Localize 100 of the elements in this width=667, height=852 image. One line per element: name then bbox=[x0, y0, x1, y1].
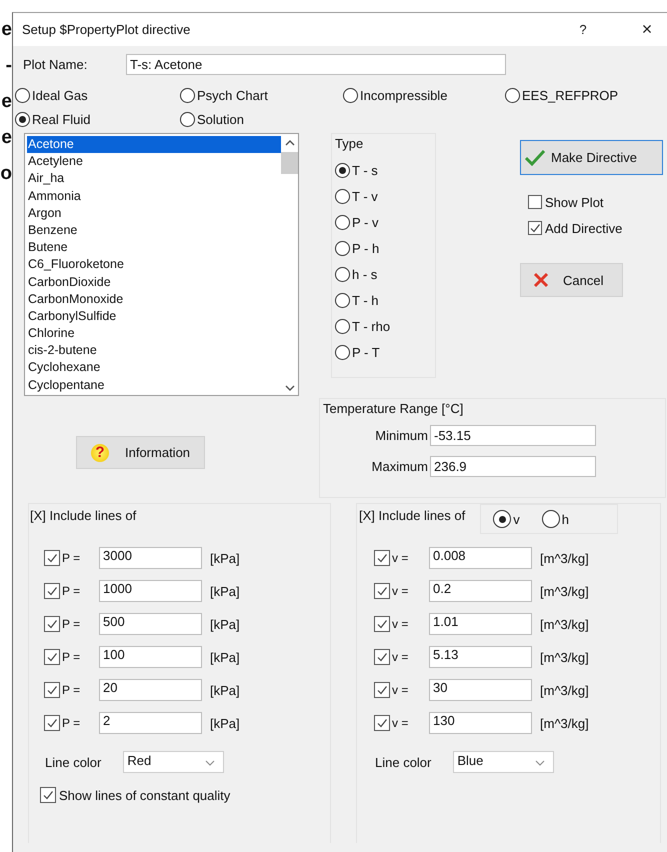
input-field[interactable]: 20 bbox=[99, 679, 202, 701]
checkbox[interactable] bbox=[528, 221, 542, 235]
radio-button[interactable] bbox=[335, 240, 350, 256]
help-button[interactable]: ? bbox=[573, 22, 593, 37]
radio-label: h bbox=[562, 512, 569, 526]
input-field[interactable]: 1000 bbox=[99, 580, 202, 602]
radio-button[interactable] bbox=[493, 510, 512, 528]
checkbox[interactable] bbox=[40, 787, 56, 803]
checkbox[interactable] bbox=[374, 649, 390, 665]
color-dropdown[interactable]: Red bbox=[123, 751, 224, 773]
information-button[interactable]: ? Information bbox=[76, 436, 205, 469]
group-title: [X] Include lines of bbox=[30, 508, 136, 523]
color-dropdown[interactable]: Blue bbox=[453, 751, 554, 773]
line-label: v = bbox=[391, 683, 410, 697]
input-field[interactable]: 3000 bbox=[99, 547, 202, 569]
list-item[interactable]: CarbonMonoxide bbox=[27, 290, 281, 308]
scroll-thumb[interactable] bbox=[281, 152, 298, 174]
group-title: [X] Include lines of bbox=[359, 508, 466, 523]
list-item[interactable]: Cyclohexane bbox=[27, 359, 281, 377]
input-field[interactable]: 130 bbox=[429, 712, 532, 734]
list-item[interactable]: Argon bbox=[27, 204, 281, 222]
list-item[interactable]: CarbonDioxide bbox=[27, 274, 281, 291]
list-item[interactable]: Cyclopentane bbox=[27, 376, 281, 394]
line-label: P = bbox=[61, 650, 82, 664]
input-field[interactable]: 30 bbox=[429, 679, 532, 701]
checkmark-icon bbox=[376, 552, 388, 564]
radio-label: T - s bbox=[352, 162, 378, 178]
checkmark-icon bbox=[46, 552, 58, 564]
radio-button[interactable] bbox=[180, 88, 195, 102]
list-item[interactable]: C6_Fluoroketone bbox=[27, 256, 281, 274]
close-button[interactable]: × bbox=[637, 19, 657, 40]
radio-label: h - s bbox=[352, 266, 378, 282]
make-directive-button[interactable]: Make Directive bbox=[520, 140, 663, 175]
input-field[interactable]: 0.2 bbox=[429, 580, 532, 602]
list-item[interactable]: Air_ha bbox=[27, 170, 281, 188]
checkmark-icon bbox=[46, 684, 58, 696]
chevron-up-icon bbox=[284, 140, 294, 146]
checkbox[interactable] bbox=[374, 682, 390, 698]
checkmark-icon bbox=[529, 222, 541, 234]
radio-button[interactable] bbox=[335, 188, 350, 204]
unit-label: [kPa] bbox=[210, 550, 240, 566]
radio-button[interactable] bbox=[505, 88, 520, 102]
minimum-field[interactable]: -53.15 bbox=[430, 424, 596, 446]
input-field[interactable]: 5.13 bbox=[429, 646, 532, 668]
checkbox[interactable] bbox=[374, 616, 390, 632]
radio-button[interactable] bbox=[335, 292, 350, 308]
checkbox[interactable] bbox=[374, 583, 390, 599]
radio-button[interactable] bbox=[335, 266, 350, 282]
line-label: v = bbox=[391, 617, 410, 631]
input-field[interactable]: 2 bbox=[99, 712, 202, 734]
list-item[interactable]: Chlorine bbox=[27, 325, 281, 342]
background-text: o bbox=[0, 162, 12, 186]
radio-button[interactable] bbox=[542, 510, 560, 528]
radio-label: v bbox=[513, 512, 520, 526]
radio-button[interactable] bbox=[335, 214, 350, 230]
unit-label: [kPa] bbox=[210, 584, 240, 598]
input-field[interactable]: 100 bbox=[99, 646, 202, 668]
checkbox[interactable] bbox=[44, 715, 60, 731]
chevron-down-icon bbox=[284, 385, 294, 391]
line-label: P = bbox=[61, 584, 82, 598]
input-field[interactable]: 500 bbox=[99, 613, 202, 635]
radio-button[interactable] bbox=[180, 112, 195, 126]
radio-button[interactable] bbox=[335, 344, 350, 360]
checkmark-icon bbox=[376, 618, 388, 630]
radio-button[interactable] bbox=[335, 162, 350, 178]
checkbox[interactable] bbox=[44, 616, 60, 632]
checkbox[interactable] bbox=[374, 550, 390, 566]
radio-button[interactable] bbox=[335, 318, 350, 334]
cancel-button[interactable]: Cancel bbox=[520, 263, 623, 297]
background-text: - bbox=[6, 54, 12, 78]
checkbox[interactable] bbox=[528, 195, 542, 209]
list-item[interactable]: Ammonia bbox=[27, 188, 281, 205]
radio-button[interactable] bbox=[15, 88, 30, 102]
input-field[interactable]: 1.01 bbox=[429, 613, 532, 635]
group-title: Temperature Range [°C] bbox=[320, 401, 464, 416]
radio-button[interactable] bbox=[15, 112, 30, 126]
line-label: P = bbox=[61, 551, 82, 565]
radio-label: Real Fluid bbox=[32, 112, 91, 126]
line-label: v = bbox=[391, 716, 410, 730]
list-item[interactable]: Acetylene bbox=[27, 153, 281, 170]
unit-label: [m^3/kg] bbox=[540, 616, 589, 632]
list-item[interactable]: CarbonylSulfide bbox=[27, 308, 281, 326]
checkbox[interactable] bbox=[374, 715, 390, 731]
maximum-field[interactable]: 236.9 bbox=[430, 456, 596, 476]
list-item[interactable]: Acetone bbox=[27, 136, 281, 154]
checkbox[interactable] bbox=[44, 682, 60, 698]
unit-label: [m^3/kg] bbox=[540, 584, 589, 598]
plot-name-field[interactable]: T-s: Acetone bbox=[126, 54, 506, 74]
input-field[interactable]: 0.008 bbox=[429, 547, 532, 569]
radio-button[interactable] bbox=[343, 88, 358, 102]
checkbox[interactable] bbox=[44, 550, 60, 566]
radio-label: P - T bbox=[352, 344, 380, 360]
checkbox[interactable] bbox=[44, 583, 60, 599]
checkbox-label: Add Directive bbox=[545, 220, 622, 236]
list-item[interactable]: cis-2-butene bbox=[27, 342, 281, 360]
list-item[interactable]: Butene bbox=[27, 239, 281, 256]
line-color-label: Line color bbox=[375, 754, 432, 770]
background-text: e bbox=[1, 18, 12, 42]
list-item[interactable]: Benzene bbox=[27, 222, 281, 240]
checkbox[interactable] bbox=[44, 649, 60, 665]
